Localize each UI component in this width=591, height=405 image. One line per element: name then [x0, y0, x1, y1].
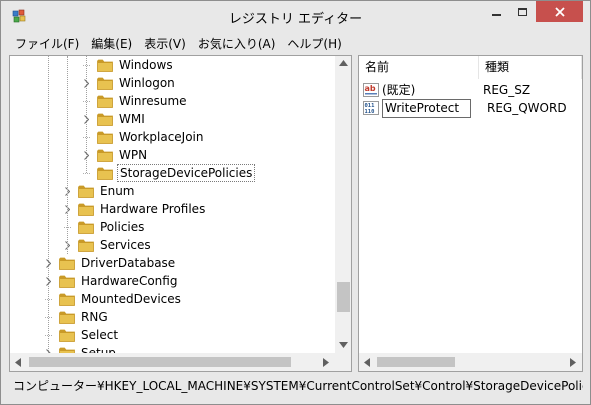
folder-icon — [97, 59, 113, 72]
tree-item[interactable]: Winresume — [82, 92, 189, 110]
scroll-left-arrow-icon[interactable] — [364, 358, 370, 367]
tree-horizontal-scroll-thumb[interactable] — [29, 357, 291, 367]
folder-icon — [97, 95, 113, 108]
tree-vertical-scrollbar[interactable] — [335, 56, 351, 353]
folder-icon — [78, 185, 94, 198]
status-bar-path: コンピューター¥HKEY_LOCAL_MACHINE¥SYSTEM¥Curren… — [13, 379, 583, 393]
tree-item-label: MountedDevices — [81, 292, 181, 306]
tree-item-label: Policies — [100, 220, 145, 234]
value-type: REG_QWORD — [487, 101, 567, 115]
scroll-right-arrow-icon[interactable] — [570, 358, 576, 367]
minimize-button[interactable] — [483, 1, 509, 22]
folder-icon — [97, 131, 113, 144]
folder-icon — [59, 275, 75, 288]
tree-item[interactable]: Windows — [82, 56, 175, 74]
scroll-right-arrow-icon[interactable] — [323, 358, 329, 367]
tree-item-label: Services — [100, 238, 151, 252]
tree-item[interactable]: Services — [63, 236, 153, 254]
tree-vertical-scroll-thumb[interactable] — [337, 282, 350, 312]
folder-icon — [59, 311, 75, 324]
scrollbar-corner — [335, 353, 351, 371]
tree-horizontal-scrollbar[interactable] — [10, 353, 335, 371]
maximize-icon — [517, 7, 527, 16]
string-value-icon: ab — [363, 83, 379, 97]
tree-item[interactable]: StorageDevicePolicies — [82, 164, 256, 182]
tree-guide-line — [67, 56, 68, 254]
tree-item[interactable]: Select — [44, 326, 120, 344]
minimize-icon — [491, 13, 501, 16]
key-tree[interactable]: Windows Winlogon Winresume WMI WorkplaceJoin… — [10, 56, 334, 353]
tree-item-label: DriverDatabase — [81, 256, 176, 270]
folder-icon — [59, 329, 75, 342]
column-header-name[interactable]: 名前 — [359, 56, 479, 79]
tree-guide-line — [86, 56, 87, 173]
scroll-left-arrow-icon[interactable] — [15, 358, 21, 367]
tree-item-label: WMI — [119, 112, 145, 126]
tree-item[interactable]: Winlogon — [82, 74, 177, 92]
svg-text:110: 110 — [365, 109, 375, 115]
menu-edit[interactable]: 編集(E) — [85, 34, 138, 54]
menu-bar: ファイル(F) 編集(E) 表示(V) お気に入り(A) ヘルプ(H) — [9, 34, 348, 54]
list-horizontal-scrollbar[interactable] — [359, 353, 582, 371]
svg-text:ab: ab — [365, 84, 376, 93]
key-tree-pane[interactable]: Windows Winlogon Winresume WMI WorkplaceJoin… — [9, 55, 352, 372]
tree-item-label: Winresume — [119, 94, 187, 108]
folder-icon — [78, 203, 94, 216]
value-name-cell: WriteProtect — [382, 98, 486, 118]
tree-item[interactable]: WPN — [82, 146, 149, 164]
tree-item[interactable]: DriverDatabase — [44, 254, 177, 272]
tree-item-label: Windows — [119, 58, 173, 72]
tree-item-label: Winlogon — [119, 76, 175, 90]
tree-item[interactable]: MountedDevices — [44, 290, 183, 308]
tree-item-label: Hardware Profiles — [100, 202, 206, 216]
value-name: (既定) — [382, 83, 416, 97]
folder-icon — [97, 167, 113, 180]
tree-item-label: RNG — [81, 310, 108, 324]
tree-item-label: Enum — [100, 184, 135, 198]
tree-guide-line — [48, 56, 49, 353]
menu-favorites[interactable]: お気に入り(A) — [192, 34, 282, 54]
value-row-editing[interactable]: 011 110 WriteProtect REG_QWORD — [359, 98, 582, 118]
tree-item[interactable]: Setup — [44, 344, 118, 353]
list-header: 名前 種類 — [359, 56, 582, 79]
registry-editor-window: レジストリ エディター ファイル(F) 編集(E) 表示(V) お気に入り(A)… — [0, 0, 591, 405]
value-type: REG_SZ — [483, 83, 531, 97]
menu-file[interactable]: ファイル(F) — [9, 34, 85, 54]
folder-icon — [97, 77, 113, 90]
folder-icon — [59, 293, 75, 306]
tree-item-label: Setup — [81, 346, 116, 353]
values-list-pane[interactable]: 名前 種類 ab (既定) REG_SZ 011 110 WriteProtec… — [358, 55, 583, 372]
folder-icon — [97, 149, 113, 162]
folder-icon — [59, 257, 75, 270]
scroll-down-arrow-icon[interactable] — [339, 342, 348, 348]
tree-item[interactable]: RNG — [44, 308, 110, 326]
tree-item[interactable]: HardwareConfig — [44, 272, 179, 290]
tree-item-label: Select — [81, 328, 119, 342]
close-icon — [554, 6, 565, 17]
close-button[interactable] — [536, 1, 583, 22]
folder-icon — [78, 239, 94, 252]
tree-item-label: WorkplaceJoin — [119, 130, 204, 144]
column-header-type[interactable]: 種類 — [479, 56, 582, 79]
rename-input[interactable]: WriteProtect — [382, 98, 471, 118]
menu-help[interactable]: ヘルプ(H) — [281, 34, 347, 54]
value-row[interactable]: ab (既定) REG_SZ — [359, 81, 582, 99]
scroll-up-arrow-icon[interactable] — [339, 60, 348, 66]
tree-item[interactable]: WorkplaceJoin — [82, 128, 206, 146]
tree-item-label: HardwareConfig — [81, 274, 178, 288]
menu-view[interactable]: 表示(V) — [138, 34, 192, 54]
tree-item[interactable]: WMI — [82, 110, 147, 128]
tree-item-label: WPN — [119, 148, 148, 162]
binary-value-icon: 011 110 — [363, 101, 379, 115]
folder-icon — [97, 113, 113, 126]
tree-item[interactable]: Policies — [63, 218, 146, 236]
tree-item[interactable]: Hardware Profiles — [63, 200, 207, 218]
maximize-button[interactable] — [509, 1, 535, 22]
title-bar[interactable]: レジストリ エディター — [1, 1, 590, 31]
tree-item[interactable]: Enum — [63, 182, 136, 200]
folder-icon — [78, 221, 94, 234]
list-horizontal-scroll-thumb[interactable] — [377, 357, 455, 367]
tree-item-label-selected: StorageDevicePolicies — [117, 164, 256, 182]
